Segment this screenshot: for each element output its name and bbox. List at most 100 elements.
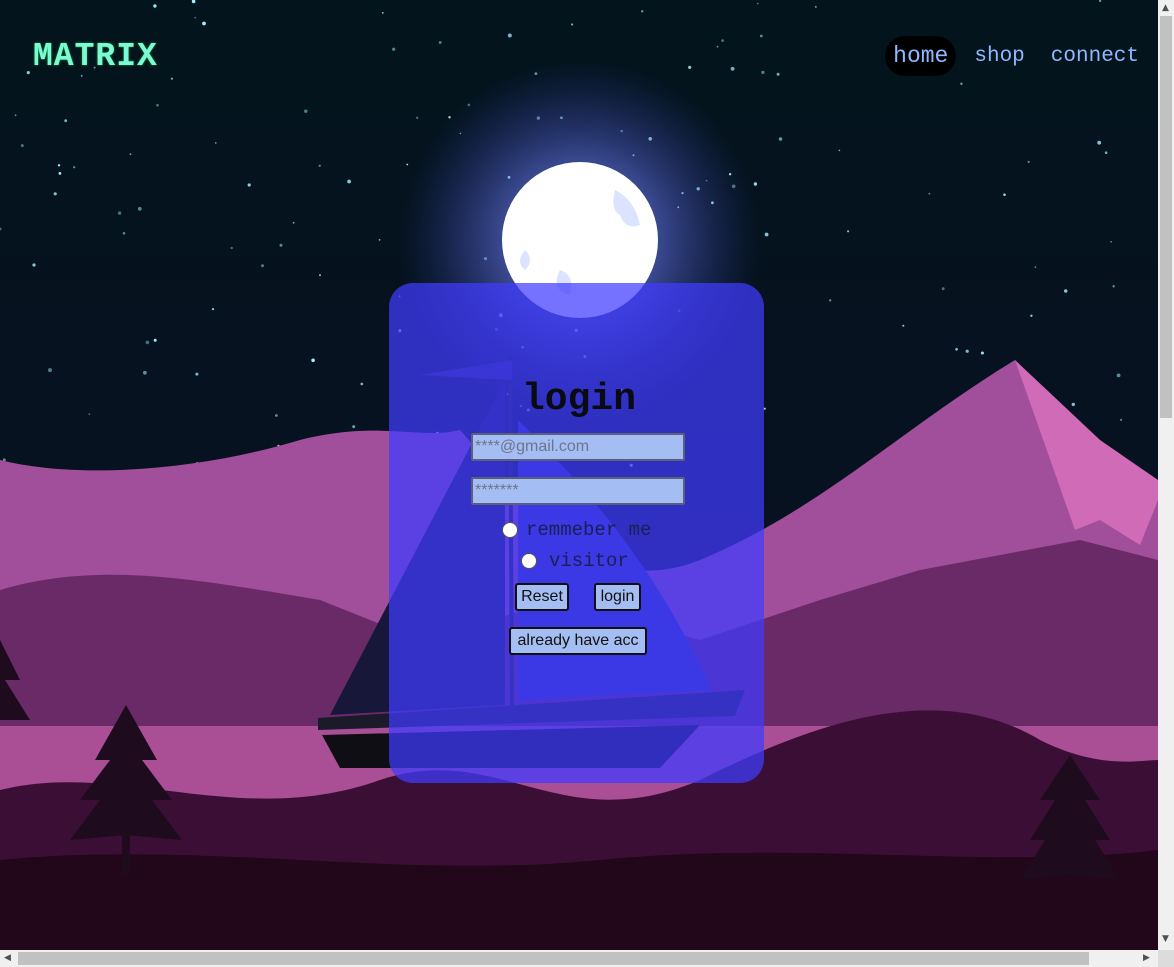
star <box>928 192 931 195</box>
star <box>211 308 215 311</box>
star <box>716 45 719 48</box>
star <box>438 41 442 44</box>
star <box>902 324 905 327</box>
star <box>129 153 132 156</box>
star <box>195 372 199 376</box>
star <box>194 16 197 19</box>
star <box>759 34 763 38</box>
star <box>1034 266 1037 269</box>
star <box>304 109 308 113</box>
star <box>170 77 173 80</box>
star <box>1116 373 1121 378</box>
star <box>753 182 758 186</box>
nav-link-connect[interactable]: connect <box>1043 38 1147 75</box>
email-field[interactable] <box>471 433 685 461</box>
star <box>378 239 381 241</box>
star <box>80 75 83 77</box>
star <box>688 65 692 69</box>
star <box>352 425 356 429</box>
star <box>1097 140 1102 145</box>
logo-text: MATRIX <box>33 38 158 75</box>
star <box>32 263 36 267</box>
star <box>26 71 30 75</box>
star <box>137 206 142 211</box>
star <box>318 164 321 167</box>
star <box>261 264 264 268</box>
star <box>406 163 409 166</box>
star <box>202 21 206 26</box>
remember-me-label: remmeber me <box>526 519 652 541</box>
remember-me-option[interactable]: remmeber me <box>502 519 651 541</box>
scroll-down-icon[interactable]: ▼ <box>1162 934 1169 944</box>
star <box>145 340 150 345</box>
star <box>292 221 295 224</box>
star <box>507 33 512 38</box>
star <box>847 230 850 233</box>
visitor-radio[interactable] <box>521 553 537 569</box>
star <box>122 232 126 235</box>
star <box>1027 160 1030 163</box>
star <box>980 351 984 355</box>
star <box>153 338 157 342</box>
star <box>1112 285 1115 288</box>
vertical-scrollbar[interactable]: ▲ ▼ <box>1158 0 1174 950</box>
star <box>416 116 419 119</box>
star <box>58 172 62 175</box>
nav-link-shop[interactable]: shop <box>966 38 1032 75</box>
star <box>764 232 769 237</box>
star <box>1003 193 1006 196</box>
nav-link-home[interactable]: home <box>885 36 957 76</box>
star <box>730 66 735 71</box>
already-have-account-button[interactable]: already have acc <box>509 627 647 655</box>
star <box>48 368 52 373</box>
star <box>571 23 574 26</box>
star <box>64 119 68 123</box>
password-field[interactable] <box>471 477 685 505</box>
brand-logo[interactable]: MATRIX MATRIX <box>33 38 163 80</box>
scroll-right-icon[interactable]: ▶ <box>1143 953 1150 963</box>
scroll-up-icon[interactable]: ▲ <box>1162 3 1169 13</box>
star <box>776 72 780 76</box>
visitor-option[interactable]: visitor <box>521 550 629 572</box>
star <box>347 179 351 184</box>
star <box>53 192 57 196</box>
star <box>156 103 159 107</box>
login-title: login <box>521 378 637 421</box>
star <box>381 12 384 14</box>
star <box>757 2 759 5</box>
star <box>1030 314 1033 317</box>
star <box>1064 289 1068 293</box>
star <box>117 211 122 215</box>
vertical-scroll-thumb[interactable] <box>1160 16 1172 418</box>
star <box>965 349 969 353</box>
star <box>247 183 251 187</box>
star <box>279 243 283 247</box>
star <box>392 47 396 51</box>
reset-button[interactable]: Reset <box>515 583 569 611</box>
star <box>319 274 321 277</box>
star <box>57 164 61 167</box>
star <box>1110 241 1112 243</box>
star <box>829 299 832 302</box>
star <box>960 82 963 86</box>
star <box>20 144 24 148</box>
star <box>761 70 765 74</box>
login-button[interactable]: login <box>594 583 641 611</box>
horizontal-scroll-thumb[interactable] <box>18 952 1089 965</box>
star <box>230 246 233 250</box>
scroll-left-icon[interactable]: ◀ <box>4 953 11 963</box>
star <box>814 5 817 8</box>
remember-me-radio[interactable] <box>502 522 518 538</box>
visitor-label: visitor <box>549 550 629 572</box>
star <box>1104 151 1108 154</box>
star <box>311 358 315 363</box>
star <box>641 10 644 13</box>
scrollbar-corner <box>1158 950 1174 967</box>
star <box>153 4 157 8</box>
star <box>14 114 17 117</box>
horizontal-scrollbar[interactable]: ◀ ▶ <box>0 950 1158 967</box>
star <box>215 142 217 144</box>
star <box>143 370 147 375</box>
main-nav: home shop connect <box>885 36 1147 76</box>
star <box>778 137 783 141</box>
